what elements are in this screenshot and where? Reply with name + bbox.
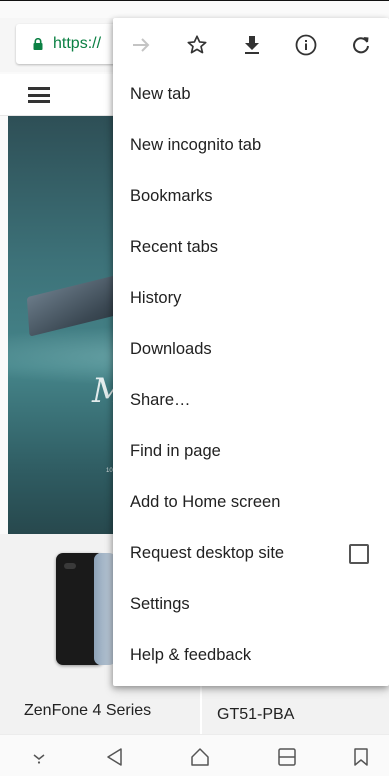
menu-item-label: Request desktop site — [130, 544, 285, 562]
bookmark-outline-icon[interactable] — [350, 747, 372, 767]
menu-item-share[interactable]: Share… — [113, 376, 389, 427]
menu-item-label: Share… — [130, 391, 191, 409]
home-icon[interactable] — [189, 747, 211, 767]
reload-icon[interactable] — [348, 32, 374, 58]
menu-item-label: Find in page — [130, 442, 221, 460]
menu-item-add-to-home-screen[interactable]: Add to Home screen — [113, 478, 389, 529]
menu-item-label: Recent tabs — [130, 238, 219, 256]
menu-item-label: Bookmarks — [130, 187, 213, 205]
menu-item-label: Add to Home screen — [130, 493, 281, 511]
menu-item-settings[interactable]: Settings — [113, 580, 389, 631]
page-info-icon[interactable] — [293, 32, 319, 58]
back-icon[interactable] — [104, 747, 126, 767]
browser-overflow-menu: New tab New incognito tab Bookmarks Rece… — [113, 18, 389, 686]
lock-icon — [33, 38, 43, 50]
menu-item-label: Downloads — [130, 340, 212, 358]
menu-item-label: New incognito tab — [130, 136, 262, 154]
menu-item-request-desktop-site[interactable]: Request desktop site — [113, 529, 389, 580]
url-bar[interactable]: https:// — [16, 24, 126, 64]
menu-item-history[interactable]: History — [113, 274, 389, 325]
system-nav-bar — [0, 734, 389, 776]
product-title[interactable]: GT51-PBA — [217, 706, 294, 724]
hamburger-menu-icon[interactable] — [28, 87, 50, 103]
menu-item-label: History — [130, 289, 182, 307]
menu-item-label: New tab — [130, 85, 191, 103]
menu-item-find-in-page[interactable]: Find in page — [113, 427, 389, 478]
menu-item-label: Settings — [130, 595, 190, 613]
menu-item-new-tab[interactable]: New tab — [113, 70, 389, 121]
recents-icon[interactable] — [276, 747, 298, 767]
menu-item-help-feedback[interactable]: Help & feedback — [113, 631, 389, 682]
url-text: https:// — [53, 35, 102, 52]
hero-caption: 10 — [106, 468, 113, 474]
desktop-site-checkbox[interactable] — [349, 544, 369, 564]
menu-item-bookmarks[interactable]: Bookmarks — [113, 172, 389, 223]
screen-top-edge — [0, 0, 389, 1]
forward-icon[interactable] — [128, 32, 154, 58]
download-icon[interactable] — [239, 32, 265, 58]
menu-item-new-incognito-tab[interactable]: New incognito tab — [113, 121, 389, 172]
menu-item-label: Help & feedback — [130, 646, 252, 664]
menu-toolbar — [113, 18, 389, 70]
menu-item-downloads[interactable]: Downloads — [113, 325, 389, 376]
menu-item-recent-tabs[interactable]: Recent tabs — [113, 223, 389, 274]
product-title[interactable]: ZenFone 4 Series — [24, 702, 151, 720]
bookmark-star-icon[interactable] — [184, 32, 210, 58]
nav-down-icon[interactable] — [28, 747, 50, 767]
